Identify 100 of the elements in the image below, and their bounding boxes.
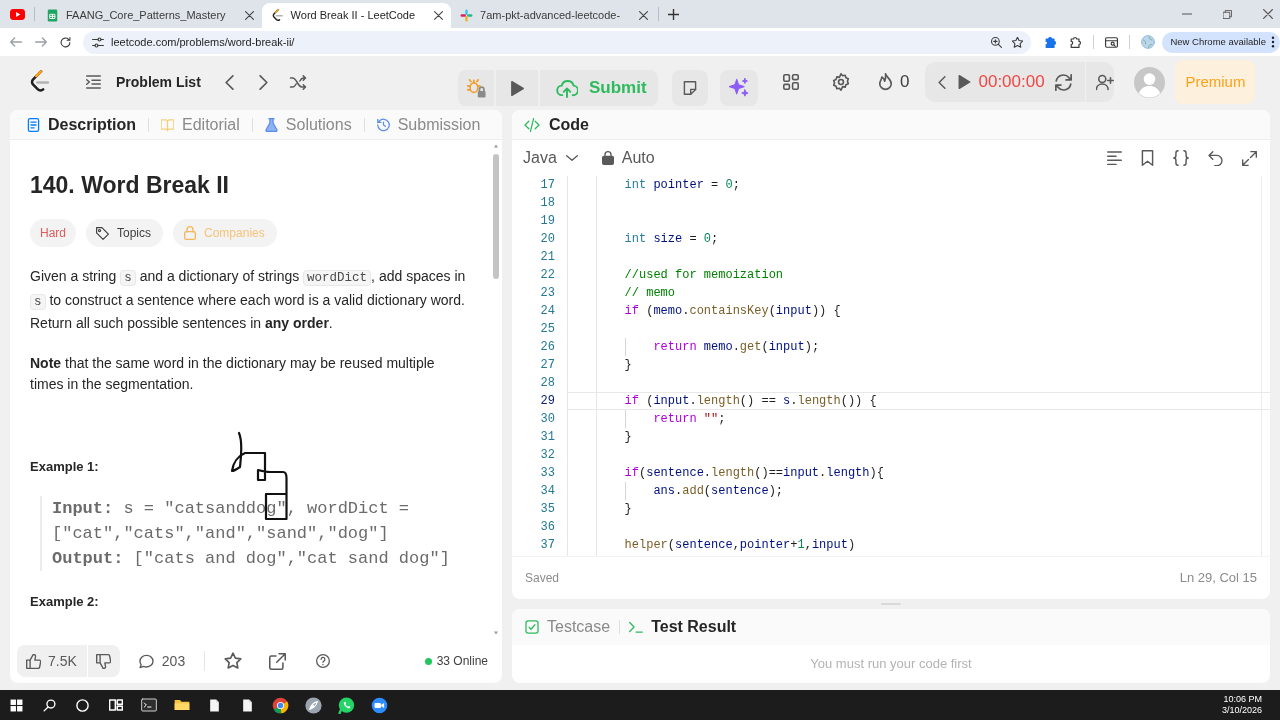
address-bar[interactable]: leetcode.com/problems/word-break-ii/	[83, 30, 1032, 54]
close-icon[interactable]	[639, 11, 649, 20]
zoom-in-icon[interactable]	[991, 36, 1003, 48]
chevron-right-icon[interactable]	[258, 74, 268, 90]
browser-tab[interactable]: Word Break II - LeetCode	[261, 3, 452, 28]
new-tab-icon[interactable]	[668, 8, 680, 20]
folder-icon[interactable]	[173, 697, 190, 713]
code-line: return "";	[653, 411, 726, 427]
search-icon[interactable]	[43, 698, 56, 712]
scrollbar-thumb[interactable]	[493, 154, 499, 279]
reload-icon[interactable]	[60, 36, 71, 48]
refresh-icon[interactable]	[1054, 73, 1072, 91]
run-button[interactable]	[496, 70, 538, 106]
close-icon[interactable]	[244, 11, 254, 20]
line-number: 24	[539, 303, 555, 320]
play-icon	[510, 80, 524, 96]
hash-logo-icon	[460, 9, 474, 22]
code-line: ans.add(sentence);	[653, 483, 784, 499]
site-settings-icon[interactable]	[92, 36, 104, 48]
code-tab[interactable]: Code	[523, 112, 589, 137]
terminal-icon[interactable]	[140, 697, 157, 713]
speech-bubble-icon	[138, 653, 154, 669]
line-number: 18	[539, 195, 555, 212]
result-tab[interactable]: Test Result	[629, 615, 737, 639]
code-line: }	[624, 357, 632, 373]
tricolor-circle-logo-icon[interactable]	[272, 696, 289, 714]
chevron-left-icon[interactable]	[938, 75, 947, 89]
example-heading: Example 2:	[30, 592, 100, 611]
undo-icon[interactable]	[1208, 150, 1223, 166]
star-icon[interactable]	[224, 652, 243, 670]
layout-grid-icon[interactable]	[783, 74, 799, 90]
code-line: return memo.get(input);	[653, 339, 820, 355]
browser-tab[interactable]: 7am-pkt-advanced-leetcode-	[451, 3, 657, 28]
lock-icon	[184, 226, 197, 240]
close-icon[interactable]	[434, 11, 444, 20]
tag-icon	[96, 226, 109, 240]
line-number: 30	[539, 411, 555, 428]
play-icon[interactable]	[958, 75, 972, 89]
share-icon[interactable]	[269, 652, 287, 670]
line-number: 17	[539, 177, 555, 194]
format-lines-icon[interactable]	[1107, 151, 1122, 165]
like-button[interactable]: 7.5K	[17, 645, 87, 677]
update-chip-button[interactable]: New Chrome available	[1162, 31, 1280, 53]
note-button[interactable]	[672, 70, 708, 106]
scroll-down-icon[interactable]	[493, 631, 499, 635]
add-user-icon[interactable]	[1095, 73, 1114, 91]
play-logo-icon[interactable]	[9, 8, 25, 20]
ring-icon[interactable]	[76, 698, 89, 712]
checkbox-icon	[525, 620, 539, 634]
topics-tag[interactable]: Topics	[86, 219, 164, 247]
streak-button[interactable]: 0	[878, 69, 910, 95]
sheet-icon	[46, 9, 59, 22]
problem-note: Note that the same word in the dictionary may be reused multiple times in the segmentation.	[30, 353, 436, 394]
status-dot-icon	[424, 657, 432, 665]
debug-button[interactable]	[458, 70, 494, 106]
history-icon	[376, 117, 390, 132]
flame-icon	[878, 73, 893, 91]
ai-sparkle-button[interactable]	[720, 70, 758, 106]
line-number: 36	[539, 519, 555, 536]
book-icon	[161, 117, 174, 132]
flask-icon	[264, 117, 278, 132]
dislike-button[interactable]	[87, 645, 120, 677]
thumbs-down-icon	[96, 653, 112, 669]
line-number: 22	[539, 267, 555, 284]
problem-list-button[interactable]: Problem List	[86, 71, 201, 93]
windows-logo-icon[interactable]	[10, 698, 23, 712]
mode-button[interactable]: Auto	[601, 146, 655, 170]
shuffle-icon[interactable]	[288, 74, 307, 90]
bookmark-icon[interactable]	[1141, 150, 1154, 166]
expand-icon[interactable]	[1242, 150, 1257, 166]
braces-icon[interactable]	[1173, 150, 1189, 166]
help-icon[interactable]	[316, 654, 331, 668]
star-icon[interactable]	[1012, 36, 1024, 48]
language-select[interactable]: Java	[523, 146, 578, 170]
bracket-logo-icon[interactable]	[30, 70, 50, 94]
taskbar-time: 10:06 PM	[1223, 694, 1262, 705]
close-icon[interactable]	[1263, 9, 1273, 19]
scroll-up-icon[interactable]	[493, 144, 499, 148]
line-number: 31	[539, 429, 555, 446]
bracket-logo-icon	[270, 9, 284, 22]
video-camera-icon[interactable]	[371, 696, 388, 714]
panel-tab[interactable]: Description	[27, 112, 136, 137]
feather-app-icon[interactable]	[305, 696, 322, 714]
gear-icon[interactable]	[832, 73, 850, 91]
line-number: 27	[539, 357, 555, 374]
puzzle-piece-icon[interactable]	[1070, 36, 1083, 48]
code-line: }	[624, 429, 632, 445]
document-icon[interactable]	[241, 698, 254, 712]
line-number: 35	[539, 501, 555, 518]
terminal-prompt-icon	[629, 620, 644, 634]
comments-button[interactable]: 203	[138, 650, 186, 672]
tab-search-icon[interactable]	[1105, 36, 1119, 48]
restore-icon[interactable]	[1223, 9, 1232, 19]
line-number: 28	[539, 375, 555, 392]
document-icon[interactable]	[208, 698, 221, 712]
chevron-left-icon[interactable]	[224, 74, 234, 90]
browser-tab[interactable]: FAANG_Core_Patterns_Mastery	[37, 3, 262, 28]
task-view-icon[interactable]	[108, 698, 123, 712]
chat-bubble-icon[interactable]	[338, 696, 355, 714]
url-text[interactable]: leetcode.com/problems/word-break-ii/	[111, 33, 295, 51]
